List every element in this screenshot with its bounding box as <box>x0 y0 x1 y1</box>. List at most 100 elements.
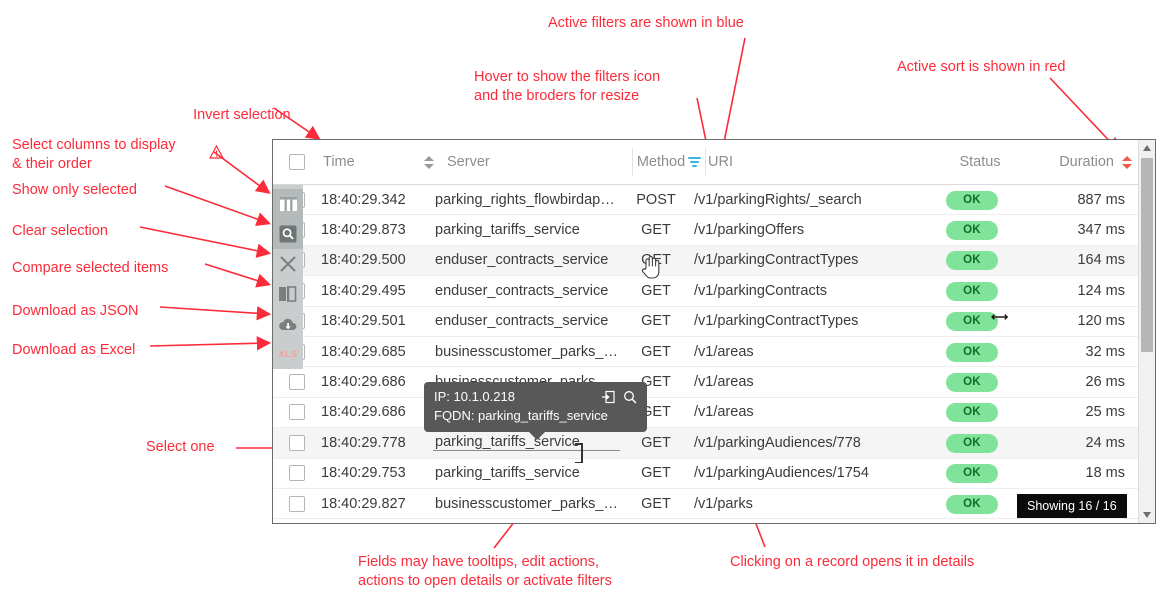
cell-status: OK <box>929 250 1015 271</box>
table-row[interactable]: 18:40:29.778 parking_tariffs_service GET/v… <box>273 428 1155 459</box>
status-badge: OK <box>946 190 998 210</box>
row-checkbox[interactable] <box>289 495 305 512</box>
select-all-checkbox[interactable] <box>289 154 305 170</box>
column-header-server[interactable]: Server <box>445 154 632 170</box>
close-x-icon <box>279 255 297 273</box>
status-badge: OK <box>946 281 998 301</box>
toolbar-clear-selection-button[interactable] <box>273 249 303 279</box>
cell-server[interactable]: enduser_contracts_service <box>433 313 620 329</box>
vertical-scrollbar[interactable] <box>1138 140 1155 523</box>
cell-status: OK <box>929 463 1015 484</box>
annotation-hover-filters-1: Hover to show the filters icon <box>474 69 661 85</box>
column-header-status-label: Status <box>959 154 1001 170</box>
cell-duration: 887 ms <box>1077 191 1125 208</box>
showing-count-badge: Showing 16 / 16 <box>1017 494 1127 518</box>
search-icon[interactable] <box>623 390 637 408</box>
scroll-down-arrow[interactable] <box>1139 507 1155 523</box>
annotation-fields-tooltips-2: actions to open details or activate filt… <box>358 573 612 589</box>
cell-server[interactable]: parking_tariffs_service <box>433 222 620 238</box>
cell-method: GET <box>641 222 671 239</box>
toolbar-download-json-button[interactable] <box>273 309 303 339</box>
cell-server[interactable]: enduser_contracts_service <box>433 252 620 268</box>
status-badge: OK <box>946 494 998 514</box>
cell-status: OK <box>929 372 1015 393</box>
cell-server[interactable]: businesscustomer_parks_… <box>433 344 620 360</box>
cell-duration: 18 ms <box>1085 465 1126 482</box>
row-checkbox-cell[interactable] <box>273 495 321 512</box>
cell-server[interactable]: businesscustomer_parks_… <box>433 496 620 512</box>
row-checkbox[interactable] <box>289 374 305 391</box>
table-row[interactable]: 18:40:29.686businesscustomer_parks_…GET/… <box>273 397 1155 429</box>
tooltip-tail <box>528 432 545 440</box>
cell-method: POST <box>636 191 676 208</box>
row-checkbox[interactable] <box>289 404 305 421</box>
table-row[interactable]: 18:40:29.501 enduser_contracts_service GET… <box>273 306 1155 337</box>
row-checkbox[interactable] <box>289 465 305 482</box>
cell-uri: /v1/parkingOffers <box>694 222 805 239</box>
toolbar-download-excel-button[interactable]: XLS <box>273 339 303 369</box>
cell-server[interactable]: enduser_contracts_service <box>433 283 620 299</box>
cell-server[interactable]: parking_tariffs_service <box>433 434 620 452</box>
cell-time: 18:40:29.686 <box>321 374 406 391</box>
row-checkbox[interactable] <box>289 434 305 451</box>
annotation-compare-selected: Compare selected items <box>12 260 169 276</box>
cell-duration: 124 ms <box>1077 282 1125 299</box>
scroll-up-arrow[interactable] <box>1139 140 1155 156</box>
status-badge: OK <box>946 342 998 362</box>
column-resize-handle[interactable]: ⟷ <box>991 310 1008 324</box>
toolbar-compare-selected-button[interactable] <box>273 279 303 309</box>
column-header-duration[interactable]: Duration <box>1023 154 1139 170</box>
status-badge: OK <box>946 403 998 423</box>
cell-uri: /v1/areas <box>694 374 754 391</box>
toolbar-show-only-selected-button[interactable] <box>273 219 303 249</box>
annotation-clear-selection: Clear selection <box>12 223 108 239</box>
sort-icon-duration[interactable] <box>1122 155 1133 170</box>
toolbar-select-columns-button[interactable] <box>273 189 303 219</box>
cell-server[interactable]: parking_rights_flowbirdap… <box>433 192 620 208</box>
search-box-icon <box>279 225 297 243</box>
table-row[interactable]: 18:40:29.342 parking_rights_flowbirdap… PO… <box>273 185 1155 216</box>
grid-toolbar: XLS <box>273 185 303 369</box>
row-checkbox-cell[interactable] <box>273 374 321 391</box>
status-badge: OK <box>946 221 998 241</box>
column-header-duration-label: Duration <box>1059 154 1114 170</box>
cell-server[interactable]: parking_tariffs_service <box>433 465 620 481</box>
status-badge: OK <box>946 464 998 484</box>
annotation-invert-selection-label: Invert selection <box>193 107 291 123</box>
table-row[interactable]: 18:40:29.685 businesscustomer_parks_… GET /… <box>273 336 1155 368</box>
column-header-uri[interactable]: URI <box>706 154 937 170</box>
table-row[interactable]: 18:40:29.686businesscustomer_parks_…GET/… <box>273 367 1155 398</box>
hand-cursor-icon <box>640 255 662 286</box>
cell-uri: /v1/parkingRights/_search <box>694 191 862 208</box>
filter-icon-method[interactable] <box>688 156 702 168</box>
cell-duration: 32 ms <box>1085 343 1126 360</box>
row-checkbox-cell[interactable] <box>273 404 321 421</box>
cell-time: 18:40:29.342 <box>321 191 406 208</box>
column-header-status[interactable]: Status <box>937 154 1023 170</box>
cell-status: OK <box>929 433 1015 453</box>
tooltip-ip: IP: 10.1.0.218 <box>434 389 515 404</box>
tooltip-fqdn: FQDN: parking_tariffs_service <box>434 408 608 423</box>
table-row[interactable]: 18:40:29.500enduser_contracts_serviceGET… <box>273 245 1155 277</box>
open-in-details-icon[interactable] <box>601 390 615 408</box>
column-header-time[interactable]: Time <box>321 154 445 170</box>
scrollbar-thumb[interactable] <box>1141 158 1153 352</box>
field-tooltip: IP: 10.1.0.218 FQDN: parking_tariffs_ser… <box>424 382 647 440</box>
column-header-server-label: Server <box>447 154 490 170</box>
cell-status: OK <box>929 402 1015 423</box>
table-row[interactable]: 18:40:29.753 parking_tariffs_service GET/v… <box>273 458 1155 489</box>
sort-icon-time[interactable] <box>424 155 435 170</box>
cell-uri: /v1/areas <box>694 404 754 421</box>
row-checkbox-cell[interactable] <box>273 434 321 451</box>
select-all-checkbox-cell[interactable] <box>273 154 321 170</box>
status-badge: OK <box>946 251 998 271</box>
column-header-method[interactable]: Method <box>633 154 705 170</box>
cell-uri: /v1/parkingContracts <box>694 282 827 299</box>
xls-icon: XLS <box>278 349 298 359</box>
table-row[interactable]: 18:40:29.495 enduser_contracts_service GET… <box>273 276 1155 307</box>
cell-status: OK <box>929 190 1015 210</box>
row-checkbox-cell[interactable] <box>273 465 321 482</box>
table-row[interactable]: 18:40:29.873 parking_tariffs_service GET/v… <box>273 215 1155 246</box>
column-header-method-label: Method <box>636 154 686 170</box>
annotation-select-columns-2: & their order <box>12 156 92 172</box>
